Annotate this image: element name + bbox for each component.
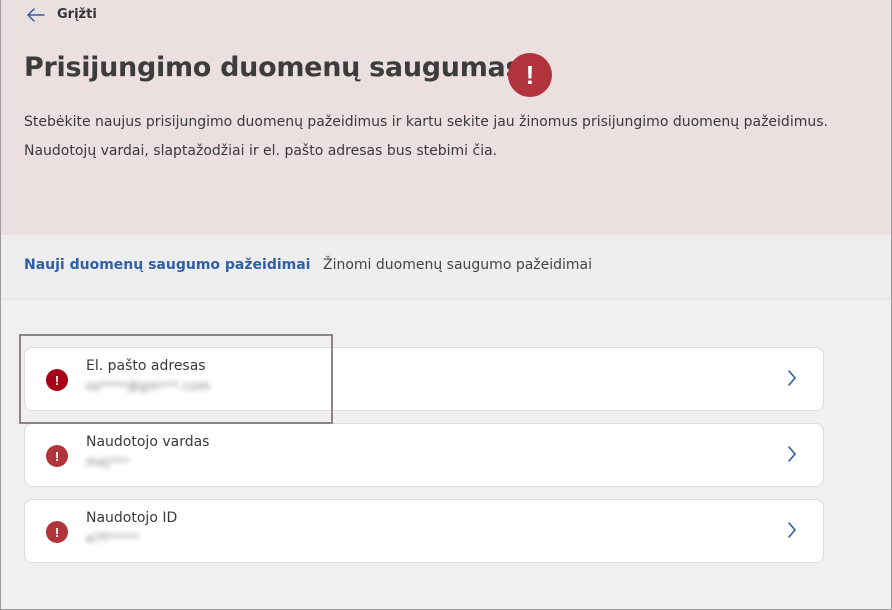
arrow-left-icon <box>27 7 45 22</box>
back-button[interactable]: Grįžti <box>27 7 97 22</box>
chevron-right-icon <box>788 522 796 538</box>
exclamation-circle-icon: ! <box>46 521 68 543</box>
exclamation-circle-icon: ! <box>46 369 68 391</box>
description-line-2: Naudotojų vardai, slaptažodžiai ir el. p… <box>24 143 498 159</box>
page-title: Prisijungimo duomenų saugumas <box>24 52 522 83</box>
breach-item-user-id[interactable]: ! Naudotojo ID a7f***** <box>24 499 824 563</box>
description-line-1: Stebėkite naujus prisijungimo duomenų pa… <box>24 114 828 130</box>
breach-item-value: a7f***** <box>86 531 140 545</box>
page-frame: Grįžti Prisijungimo duomenų saugumas ! S… <box>0 0 892 610</box>
chevron-right-icon <box>788 370 796 386</box>
chevron-right-icon <box>788 446 796 462</box>
tab-known-breaches[interactable]: Žinomi duomenų saugumo pažeidimai <box>323 257 592 273</box>
tab-new-breaches[interactable]: Nauji duomenų saugumo pažeidimai <box>24 257 310 273</box>
breach-item-username[interactable]: ! Naudotojo vardas mej*** <box>24 423 824 487</box>
exclamation-circle-icon: ! <box>508 53 552 97</box>
breach-item-label: Naudotojo vardas <box>86 434 210 450</box>
breach-item-label: El. pašto adresas <box>86 358 206 374</box>
breach-item-email[interactable]: ! El. pašto adresas se****@gm***.com <box>24 347 824 411</box>
breach-item-label: Naudotojo ID <box>86 510 178 526</box>
back-label: Grįžti <box>57 7 97 22</box>
exclamation-circle-icon: ! <box>46 445 68 467</box>
tab-bar: Nauji duomenų saugumo pažeidimai Žinomi … <box>1 235 891 299</box>
hero-banner: Grįžti Prisijungimo duomenų saugumas ! S… <box>1 0 891 235</box>
breach-item-value: mej*** <box>86 455 130 469</box>
breach-item-value: se****@gm***.com <box>86 379 211 393</box>
